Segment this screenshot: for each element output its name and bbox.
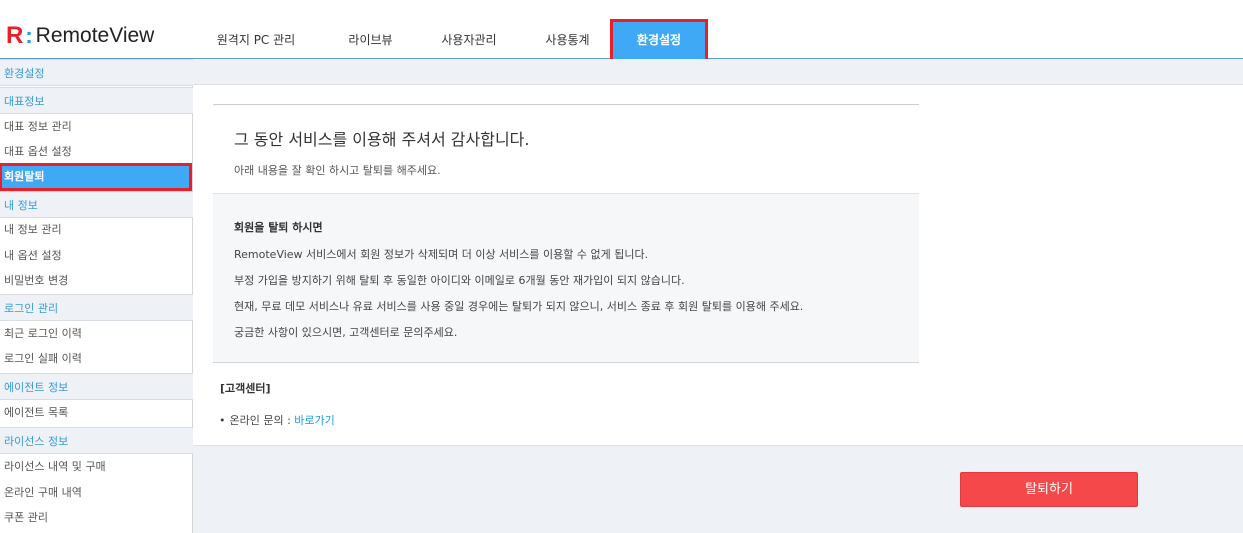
bullet: • <box>219 414 226 427</box>
sidebar-item-representative-options[interactable]: 대표 옵션 설정 <box>0 139 193 165</box>
sidebar-item-representative-info[interactable]: 대표 정보 관리 <box>0 114 193 140</box>
sidebar-item-license-purchase[interactable]: 라이선스 내역 및 구매 <box>0 454 193 480</box>
logo-separator: : <box>25 23 33 48</box>
withdraw-button[interactable]: 탈퇴하기 <box>960 472 1138 507</box>
page-title: 그 동안 서비스를 이용해 주셔서 감사합니다. <box>234 130 530 149</box>
notice-line: RemoteView 서비스에서 회원 정보가 삭제되며 더 이상 서비스를 이… <box>234 248 649 261</box>
action-bar: 탈퇴하기 <box>193 445 1243 533</box>
sidebar-section-license[interactable]: 라이선스 정보 <box>0 427 193 454</box>
remoteview-logo[interactable]: R : RemoteView <box>6 22 154 50</box>
sidebar: 환경설정 대표정보 대표 정보 관리 대표 옵션 설정 회원탈퇴 내 정보 내 … <box>0 59 193 533</box>
sidebar-item-coupons[interactable]: 쿠폰 관리 <box>0 505 193 531</box>
logo-mark: R <box>6 22 24 49</box>
sidebar-item-recent-login[interactable]: 최근 로그인 이력 <box>0 321 193 347</box>
sidebar-section-login[interactable]: 로그인 관리 <box>0 294 193 321</box>
customer-center-title: [고객센터] <box>220 382 271 395</box>
sidebar-item-my-options[interactable]: 내 옵션 설정 <box>0 243 193 269</box>
sidebar-item-my-info[interactable]: 내 정보 관리 <box>0 217 193 243</box>
divider <box>213 104 919 105</box>
page-subtitle: 아래 내용을 잘 확인 하시고 탈퇴를 해주세요. <box>234 164 441 177</box>
notice-line: 궁금한 사항이 있으시면, 고객센터로 문의주세요. <box>234 326 458 339</box>
nav-tab-settings[interactable]: 환경설정 <box>610 19 708 62</box>
inquiry-label: 온라인 문의 : <box>229 414 295 427</box>
inquiry-shortcut-link[interactable]: 바로가기 <box>294 414 334 427</box>
nav-tab-statistics[interactable]: 사용통계 <box>519 22 616 59</box>
logo-text: RemoteView <box>35 24 155 47</box>
withdraw-notice: 회원을 탈퇴 하시면 RemoteView 서비스에서 회원 정보가 삭제되며 … <box>213 193 919 363</box>
notice-title: 회원을 탈퇴 하시면 <box>234 221 323 234</box>
sidebar-section-my-info[interactable]: 내 정보 <box>0 191 193 218</box>
main-content: 그 동안 서비스를 이용해 주셔서 감사합니다. 아래 내용을 잘 확인 하시고… <box>193 59 1243 533</box>
sidebar-item-withdraw[interactable]: 회원탈퇴 <box>0 163 192 191</box>
sidebar-section-agent[interactable]: 에이전트 정보 <box>0 373 193 400</box>
notice-line: 부정 가입을 방지하기 위해 탈퇴 후 동일한 아이디와 이메일로 6개월 동안… <box>234 274 685 287</box>
nav-tab-liveview[interactable]: 라이브뷰 <box>322 22 419 59</box>
content-topbar <box>193 59 1243 85</box>
sidebar-item-change-password[interactable]: 비밀번호 변경 <box>0 268 193 294</box>
sidebar-section-representative[interactable]: 대표정보 <box>0 87 193 114</box>
customer-center-inquiry: • 온라인 문의 : 바로가기 <box>219 412 335 428</box>
sidebar-item-login-failures[interactable]: 로그인 실패 이력 <box>0 346 193 372</box>
sidebar-item-agent-list[interactable]: 에이전트 목록 <box>0 400 193 426</box>
sidebar-header: 환경설정 <box>0 59 193 86</box>
top-header: R : RemoteView 원격지 PC 관리 라이브뷰 사용자관리 사용통계… <box>0 0 1243 62</box>
sidebar-item-online-purchase[interactable]: 온라인 구매 내역 <box>0 480 193 506</box>
nav-tab-remote-pc[interactable]: 원격지 PC 관리 <box>190 22 322 59</box>
notice-line: 현재, 무료 데모 서비스나 유료 서비스를 사용 중일 경우에는 탈퇴가 되지… <box>234 300 804 313</box>
nav-tab-users[interactable]: 사용자관리 <box>419 22 519 59</box>
